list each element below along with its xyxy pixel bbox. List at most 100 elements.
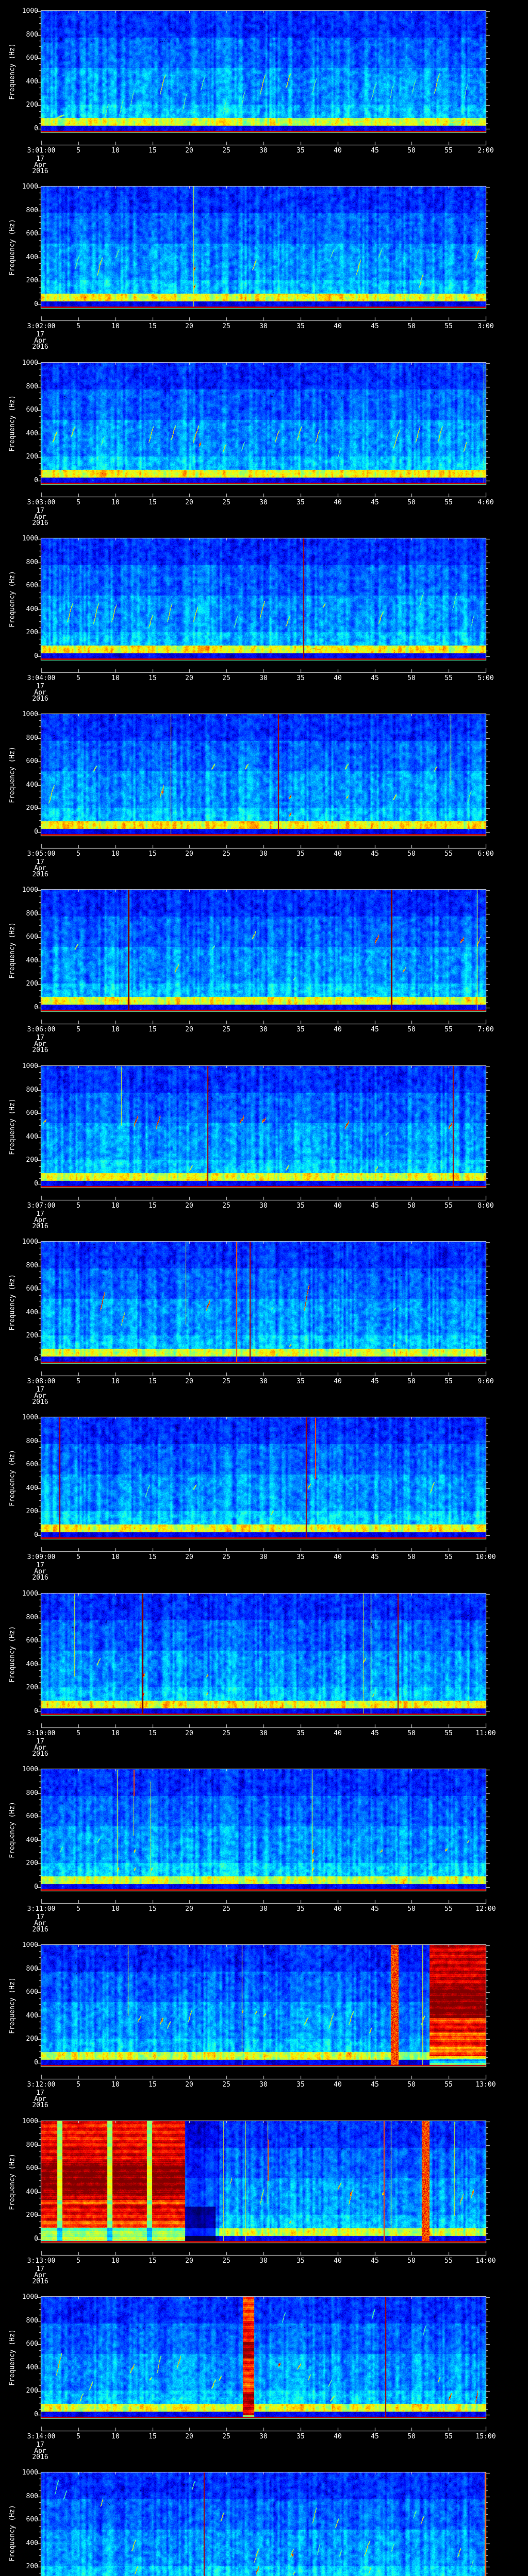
- y-tick-label: 600: [26, 54, 38, 62]
- date-label: 2016: [32, 2278, 48, 2285]
- x-tick-label: 30: [259, 2257, 268, 2265]
- y-axis-title: Frequency (Hz): [8, 571, 16, 628]
- spectrogram-panel: Frequency (Hz) 0 200 400 600 800 1000 3:08:00 5 1…: [0, 1231, 528, 1407]
- x-tick-label: 20: [185, 2433, 193, 2441]
- x-tick-label: 10: [111, 1378, 120, 1385]
- x-tick-label: 25: [222, 1202, 230, 1210]
- x-tick-label: 5: [76, 499, 80, 506]
- x-tick-label: 55: [444, 2081, 453, 2089]
- y-tick-label: 600: [26, 1109, 38, 1117]
- spectrogram-panel: Frequency (Hz) 0 200 400 600 800 1000 3:12:00 5 1…: [0, 1934, 528, 2110]
- y-axis-title: Frequency (Hz): [8, 43, 16, 100]
- x-tick-label: 15: [148, 1730, 157, 1737]
- x-tick-label: 15: [148, 499, 157, 506]
- y-axis-title: Frequency (Hz): [8, 2505, 16, 2562]
- x-tick-label: 10: [111, 499, 120, 506]
- x-tick-label: 40: [334, 1730, 342, 1737]
- x-end-time-label: 8:00: [477, 1202, 494, 1210]
- x-tick-label: 55: [444, 850, 453, 858]
- x-tick-label: 20: [185, 2257, 193, 2265]
- y-tick-label: 600: [26, 230, 38, 238]
- y-tick-label: 200: [26, 1332, 38, 1340]
- x-end-time-label: 5:00: [477, 674, 494, 682]
- y-tick-label: 0: [34, 477, 38, 484]
- x-tick-label: 45: [371, 1905, 379, 1913]
- x-tick-label: 50: [407, 499, 416, 506]
- x-tick-label: 35: [296, 1553, 305, 1561]
- x-tick-label: 20: [185, 1026, 193, 1033]
- x-tick-label: 25: [222, 2257, 230, 2265]
- y-tick-label: 800: [26, 1262, 38, 1269]
- x-tick-label: 55: [444, 1905, 453, 1913]
- x-tick-label: 30: [259, 1026, 268, 1033]
- x-tick-label: 45: [371, 2433, 379, 2441]
- x-tick-label: 55: [444, 147, 453, 155]
- y-tick-label: 1000: [22, 1766, 38, 1773]
- y-tick-label: 800: [26, 31, 38, 39]
- date-label: 2016: [32, 519, 48, 527]
- y-tick-label: 600: [26, 1988, 38, 1996]
- x-start-time-label: 3:03:00: [27, 499, 56, 506]
- x-end-time-label: 15:00: [475, 2433, 496, 2441]
- x-tick-label: 40: [334, 147, 342, 155]
- y-tick-label: 200: [26, 1684, 38, 1691]
- x-tick-label: 40: [334, 1026, 342, 1033]
- y-tick-label: 1000: [22, 1590, 38, 1598]
- date-label: 2016: [32, 695, 48, 703]
- x-tick-label: 45: [371, 323, 379, 330]
- x-tick-label: 10: [111, 1905, 120, 1913]
- y-tick-label: 600: [26, 1812, 38, 1820]
- x-tick-label: 30: [259, 1202, 268, 1210]
- x-tick-label: 30: [259, 323, 268, 330]
- x-tick-label: 25: [222, 147, 230, 155]
- y-tick-label: 400: [26, 430, 38, 437]
- y-tick-label: 0: [34, 1883, 38, 1891]
- y-tick-label: 1000: [22, 359, 38, 367]
- x-tick-label: 15: [148, 1378, 157, 1385]
- x-tick-label: 20: [185, 1202, 193, 1210]
- y-tick-label: 400: [26, 781, 38, 789]
- y-tick-label: 400: [26, 1309, 38, 1316]
- y-tick-label: 0: [34, 2235, 38, 2243]
- x-tick-label: 45: [371, 1026, 379, 1033]
- y-tick-label: 400: [26, 2539, 38, 2547]
- x-tick-label: 20: [185, 147, 193, 155]
- y-tick-label: 200: [26, 1156, 38, 1164]
- date-label: 2016: [32, 1574, 48, 1582]
- y-axis-title: Frequency (Hz): [8, 1098, 16, 1155]
- x-tick-label: 25: [222, 2433, 230, 2441]
- spectrogram-image: [0, 2462, 528, 2576]
- x-tick-label: 20: [185, 850, 193, 858]
- y-tick-label: 200: [26, 1507, 38, 1515]
- x-tick-label: 5: [76, 1730, 80, 1737]
- x-start-time-label: 3:10:00: [27, 1730, 56, 1737]
- x-tick-label: 50: [407, 1905, 416, 1913]
- x-tick-label: 30: [259, 1905, 268, 1913]
- x-tick-label: 35: [296, 2433, 305, 2441]
- x-tick-label: 5: [76, 1026, 80, 1033]
- y-axis-title: Frequency (Hz): [8, 1450, 16, 1506]
- y-tick-label: 800: [26, 2493, 38, 2500]
- y-tick-label: 600: [26, 757, 38, 765]
- x-tick-label: 20: [185, 1905, 193, 1913]
- spectrogram-panel: Frequency (Hz) 0 200 400 600 800 1000 3:02:00 5 1…: [0, 176, 528, 352]
- y-tick-label: 1000: [22, 2117, 38, 2125]
- x-tick-label: 10: [111, 850, 120, 858]
- x-tick-label: 50: [407, 147, 416, 155]
- x-tick-label: 10: [111, 323, 120, 330]
- x-tick-label: 55: [444, 1378, 453, 1385]
- x-tick-label: 45: [371, 2257, 379, 2265]
- y-tick-label: 0: [34, 652, 38, 660]
- x-tick-label: 50: [407, 1026, 416, 1033]
- x-tick-label: 25: [222, 1026, 230, 1033]
- spectrogram-panel: Frequency (Hz) 0 200 400 600 800 1000 3:11:00 5 1…: [0, 1758, 528, 1935]
- y-axis-title: Frequency (Hz): [8, 1274, 16, 1331]
- x-tick-label: 15: [148, 2257, 157, 2265]
- x-start-time-label: 3:06:00: [27, 1026, 56, 1033]
- y-tick-label: 0: [34, 2059, 38, 2066]
- x-tick-label: 5: [76, 1202, 80, 1210]
- x-tick-label: 20: [185, 1378, 193, 1385]
- y-tick-label: 200: [26, 804, 38, 812]
- y-tick-label: 0: [34, 125, 38, 132]
- x-tick-label: 50: [407, 2257, 416, 2265]
